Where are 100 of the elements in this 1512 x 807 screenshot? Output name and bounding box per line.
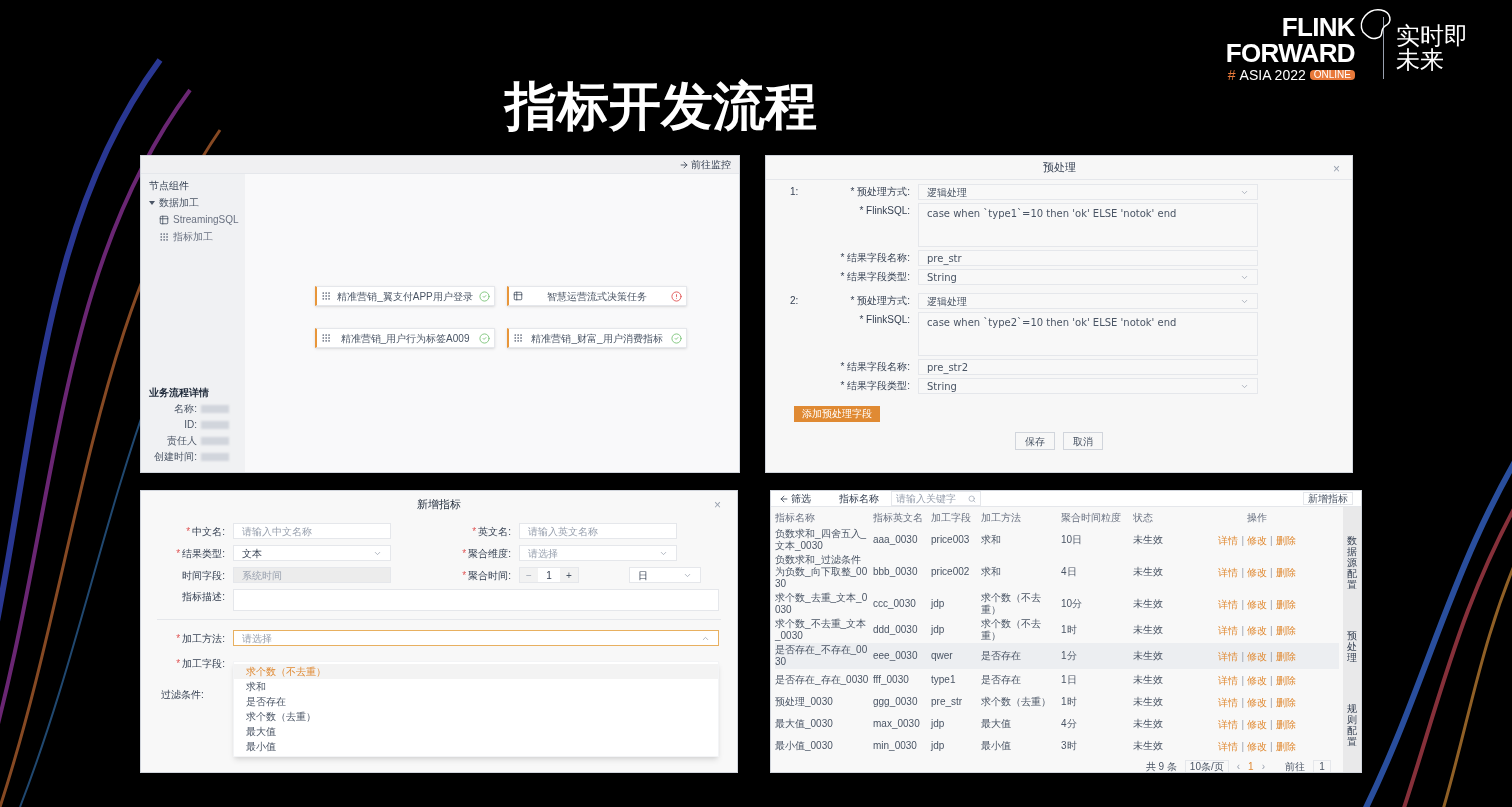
new-indicator-button[interactable]: 新增指标	[1303, 492, 1353, 505]
link-separator: |	[1270, 717, 1273, 732]
header-action-link[interactable]: 前往监控	[691, 157, 731, 172]
table-cell-text: 10分	[1061, 598, 1084, 610]
select-field[interactable]: 请选择	[519, 545, 677, 561]
action-link[interactable]: 修改	[1247, 694, 1267, 710]
select-field[interactable]: 逻辑处理	[918, 293, 1258, 309]
action-link[interactable]: 详情	[1218, 622, 1239, 638]
description-textarea[interactable]	[233, 589, 719, 611]
action-link[interactable]: 删除	[1275, 622, 1296, 638]
table-row[interactable]: 预处理_0030 ggg_0030 pre_str 求个数（去重） 1时 未生效 详情 | 修改 | 删除	[775, 691, 1339, 713]
action-link[interactable]: 详情	[1218, 596, 1239, 612]
action-link[interactable]: 详情	[1218, 716, 1239, 732]
redacted-value	[201, 420, 229, 429]
add-field-button[interactable]: 添加预处理字段	[794, 405, 880, 422]
input-field[interactable]: pre_str	[918, 250, 1258, 266]
action-link[interactable]: 修改	[1247, 738, 1267, 754]
next-page-button[interactable]: ›	[1261, 758, 1265, 772]
action-link[interactable]: 详情	[1218, 672, 1239, 688]
increment-button[interactable]: +	[560, 568, 578, 582]
table-cell-text: 3时	[1061, 740, 1078, 752]
action-link[interactable]: 删除	[1275, 672, 1296, 688]
event-label: ASIA 2022	[1239, 68, 1306, 82]
close-button[interactable]: ×	[714, 496, 721, 514]
flow-node[interactable]: 精准营销_用户行为标签A009	[315, 328, 495, 348]
select-field[interactable]: String	[918, 269, 1258, 285]
dropdown-option[interactable]: 最小值	[234, 739, 718, 754]
action-link[interactable]: 详情	[1218, 564, 1239, 580]
table-row[interactable]: 最小值_0030 min_0030 jdp 最小值 3时 未生效 详情 | 修改 | 删除	[775, 735, 1339, 757]
sql-textarea[interactable]: case when `type2`=10 then 'ok' ELSE 'notok' end	[918, 312, 1258, 356]
dropdown-option[interactable]: 求个数（去重）	[234, 709, 718, 724]
link-separator: |	[1270, 695, 1273, 710]
table-cell-text: 未生效	[1133, 650, 1164, 662]
table-cell-text: eee_0030	[873, 650, 919, 662]
action-link[interactable]: 详情	[1218, 532, 1239, 548]
input-field[interactable]: 请输入中文名称	[233, 523, 391, 539]
dropdown-option[interactable]: 求个数（不去重）	[234, 664, 718, 679]
flow-node[interactable]: 精准营销_财富_用户消费指标	[507, 328, 687, 348]
method-select[interactable]: 请选择	[233, 630, 719, 646]
dialog-button[interactable]: 保存	[1015, 432, 1055, 450]
action-link[interactable]: 修改	[1247, 648, 1267, 664]
side-tab[interactable]: 预处理	[1347, 630, 1357, 663]
decrement-button[interactable]: −	[520, 568, 538, 582]
action-link[interactable]: 删除	[1275, 738, 1296, 754]
close-button[interactable]: ×	[1333, 160, 1340, 178]
back-link[interactable]: 筛选	[779, 491, 811, 506]
table-cell-text: type1	[931, 674, 957, 686]
goto-field[interactable]: 1	[1313, 759, 1331, 772]
action-link[interactable]: 详情	[1218, 648, 1239, 664]
dropdown-option[interactable]: 求和	[234, 679, 718, 694]
page-size-select[interactable]: 10条/页	[1184, 759, 1229, 772]
action-link[interactable]: 修改	[1247, 672, 1267, 688]
action-link[interactable]: 删除	[1275, 564, 1296, 580]
action-link[interactable]: 修改	[1247, 596, 1267, 612]
side-tab[interactable]: 数据源配置	[1347, 535, 1357, 590]
action-link[interactable]: 删除	[1275, 716, 1296, 732]
link-separator: |	[1270, 623, 1273, 638]
table-row[interactable]: 最大值_0030 max_0030 jdp 最大值 4分 未生效 详情 | 修改 | 删除	[775, 713, 1339, 735]
select-field[interactable]: String	[918, 378, 1258, 394]
prev-page-button[interactable]: ‹	[1236, 758, 1241, 772]
table-cell-text: 未生效	[1133, 534, 1164, 546]
field-label: 过滤条件:	[161, 688, 204, 702]
table-cell-text: jdp	[931, 624, 946, 636]
required-mark: *	[186, 524, 191, 539]
action-link[interactable]: 删除	[1275, 596, 1296, 612]
action-link[interactable]: 修改	[1247, 716, 1267, 732]
action-link[interactable]: 删除	[1275, 532, 1296, 548]
detail-label: 责任人	[166, 434, 197, 448]
page-number[interactable]: 1	[1248, 758, 1254, 772]
action-link[interactable]: 修改	[1247, 532, 1267, 548]
side-tab[interactable]: 规则配置	[1347, 703, 1357, 747]
action-link[interactable]: 删除	[1275, 694, 1296, 710]
action-link[interactable]: 修改	[1247, 564, 1267, 580]
action-link[interactable]: 详情	[1218, 694, 1239, 710]
action-link[interactable]: 删除	[1275, 648, 1296, 664]
dialog-button[interactable]: 取消	[1063, 432, 1103, 450]
action-link[interactable]: 详情	[1218, 738, 1239, 754]
table-cell-text: 未生效	[1133, 624, 1164, 636]
select-field[interactable]: 逻辑处理	[918, 184, 1258, 200]
select-field[interactable]: 文本	[233, 545, 391, 561]
number-stepper[interactable]: − 1 +	[519, 567, 579, 583]
dialog-title: 新增指标	[417, 496, 461, 512]
tree-item[interactable]: 指标加工	[173, 229, 213, 244]
flow-node[interactable]: 智慧运营流式决策任务	[507, 286, 687, 306]
action-link[interactable]: 修改	[1247, 622, 1267, 638]
search-field[interactable]: 请输入关键字	[891, 491, 981, 506]
table-row[interactable]: 是否存在_存在_0030 fff_0030 type1 是否存在 1日 未生效 详情 | 修改 | 删除	[775, 669, 1339, 691]
field-label: 英文名:	[478, 524, 511, 539]
unit-select[interactable]: 日	[629, 567, 701, 583]
tree-item[interactable]: 数据加工	[149, 195, 237, 210]
sql-textarea[interactable]: case when `type1`=10 then 'ok' ELSE 'notok' end	[918, 203, 1258, 247]
dropdown-option[interactable]: 是否存在	[234, 694, 718, 709]
table-row[interactable]: 负数求和_过滤条件为负数_向下取整_0030 bbb_0030 price002 求和 4日 未生效 详情 | 修改 | 删除	[775, 553, 1339, 591]
flow-node[interactable]: 精准营销_翼支付APP用户登录	[315, 286, 495, 306]
input-field[interactable]: 请输入英文名称	[519, 523, 677, 539]
input-field[interactable]: pre_str2	[918, 359, 1258, 375]
tree-item[interactable]: StreamingSQL	[173, 212, 239, 227]
dropdown-option[interactable]: 最大值	[234, 724, 718, 739]
field-label: * 预处理方式:	[849, 294, 910, 308]
dots-icon	[321, 291, 331, 301]
